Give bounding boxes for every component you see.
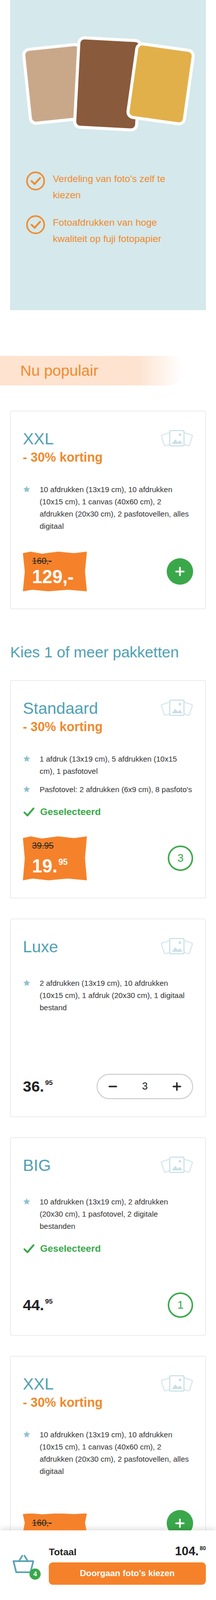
discount-label: - 30% korting	[22, 718, 103, 735]
photos-icon	[160, 936, 194, 959]
package-name: BIG	[22, 1154, 51, 1176]
price-badge: 39.9519.95	[22, 836, 87, 881]
increase-button[interactable]	[168, 1077, 185, 1095]
page: Verdeling van foto's zelf te kiezen Fotoa…	[0, 0, 216, 1600]
price: 19.95	[32, 851, 78, 877]
plus-icon	[173, 564, 187, 578]
star-icon	[22, 785, 31, 793]
package-card[interactable]: BIG 10 afdrukken (13x19 cm), 2 afdrukken …	[10, 1136, 206, 1336]
package-card[interactable]: XXL- 30% korting 10 afdrukken (13x19 cm),…	[10, 1355, 206, 1530]
quantity: 3	[141, 1080, 148, 1092]
package-section: Nu populair XXL- 30% korting 10 afdrukken …	[0, 355, 216, 609]
package-card[interactable]: Standaard- 30% korting 1 afdruk (13x19 cm…	[10, 680, 206, 899]
photo	[125, 41, 196, 127]
minus-icon	[106, 1080, 119, 1093]
package-item: 2 afdrukken (13x19 cm), 10 afdrukken (10…	[22, 976, 194, 1014]
total-price: 104.80	[174, 1543, 206, 1558]
feature-list: Verdeling van foto's zelf te kiezen Fotoa…	[25, 170, 191, 248]
feature-item: Verdeling van foto's zelf te kiezen	[25, 170, 191, 204]
plus-icon	[173, 1516, 187, 1530]
add-button[interactable]	[166, 1509, 194, 1530]
hero: Verdeling van foto's zelf te kiezen Fotoa…	[10, 0, 206, 311]
star-icon	[22, 978, 31, 987]
package-card[interactable]: XXL- 30% korting 10 afdrukken (13x19 cm),…	[10, 410, 206, 609]
package-item: 1 afdruk (13x19 cm), 5 afdrukken (10x15 …	[22, 752, 194, 778]
selected-label: Geselecteerd	[22, 1242, 194, 1255]
price: 44.95	[22, 1296, 53, 1314]
hero-photo	[25, 15, 191, 153]
plus-icon	[170, 1080, 183, 1093]
old-price: 160,-	[32, 1517, 78, 1529]
check-icon	[22, 805, 36, 818]
package-name: XXL	[22, 1373, 103, 1394]
price-badge: 160,-129,-	[22, 551, 87, 592]
quantity-badge[interactable]: 1	[167, 1291, 194, 1318]
photos-icon	[160, 1373, 194, 1396]
cart-bar: 4 Totaal 104.80 Doorgaan foto's kiezen	[0, 1529, 216, 1600]
price-badge: 160,-	[22, 1513, 87, 1530]
item-list: 10 afdrukken (13x19 cm), 10 afdrukken (1…	[22, 1428, 194, 1477]
price: 129,-	[32, 566, 78, 588]
package-card[interactable]: Luxe 2 afdrukken (13x19 cm), 10 afdrukken…	[10, 918, 206, 1117]
continue-button[interactable]: Doorgaan foto's kiezen	[48, 1561, 206, 1585]
check-circle-icon	[25, 170, 46, 192]
package-item: 10 afdrukken (13x19 cm), 2 afdrukken (20…	[22, 1195, 194, 1232]
package-section: Kies 1 of meer pakkettenStandaard- 30% k…	[0, 639, 216, 1530]
package-name: Standaard	[22, 697, 103, 719]
package-name: Luxe	[22, 936, 58, 957]
item-list: 10 afdrukken (13x19 cm), 2 afdrukken (20…	[22, 1195, 194, 1232]
package-item: Pasfotovel: 2 afdrukken (6x9 cm), 8 pasf…	[22, 783, 194, 796]
photos-icon	[160, 428, 194, 451]
cart-count: 4	[29, 1567, 41, 1580]
discount-label: - 30% korting	[22, 1393, 103, 1410]
star-icon	[22, 485, 31, 493]
section-heading: Kies 1 of meer pakketten	[10, 639, 206, 665]
package-name: XXL	[22, 428, 103, 449]
photos-icon	[160, 697, 194, 721]
cart-button[interactable]: 4	[10, 1549, 39, 1579]
package-item: 10 afdrukken (13x19 cm), 10 afdrukken (1…	[22, 483, 194, 533]
star-icon	[22, 1430, 31, 1438]
item-list: 1 afdruk (13x19 cm), 5 afdrukken (10x15 …	[22, 752, 194, 796]
quantity-stepper: 3	[96, 1073, 194, 1099]
old-price: 39.95	[32, 840, 78, 852]
check-icon	[22, 1242, 36, 1255]
decrease-button[interactable]	[104, 1077, 121, 1095]
check-circle-icon	[25, 214, 46, 235]
old-price: 160,-	[32, 555, 78, 567]
photos-icon	[160, 1154, 194, 1178]
section-heading: Nu populair	[0, 355, 183, 386]
quantity-badge[interactable]: 3	[167, 845, 194, 871]
discount-label: - 30% korting	[22, 448, 103, 466]
feature-item: Fotoafdrukken van hoge kwaliteit op fuji…	[25, 214, 191, 248]
item-list: 2 afdrukken (13x19 cm), 10 afdrukken (10…	[22, 976, 194, 1014]
add-button[interactable]	[166, 558, 194, 585]
star-icon	[22, 754, 31, 763]
content: Verdeling van foto's zelf te kiezen Fotoa…	[0, 0, 216, 1530]
price: 36.95	[22, 1077, 53, 1095]
package-item: 10 afdrukken (13x19 cm), 10 afdrukken (1…	[22, 1428, 194, 1477]
selected-label: Geselecteerd	[22, 805, 194, 818]
item-list: 10 afdrukken (13x19 cm), 10 afdrukken (1…	[22, 483, 194, 533]
star-icon	[22, 1197, 31, 1206]
total-label: Totaal	[48, 1546, 77, 1558]
